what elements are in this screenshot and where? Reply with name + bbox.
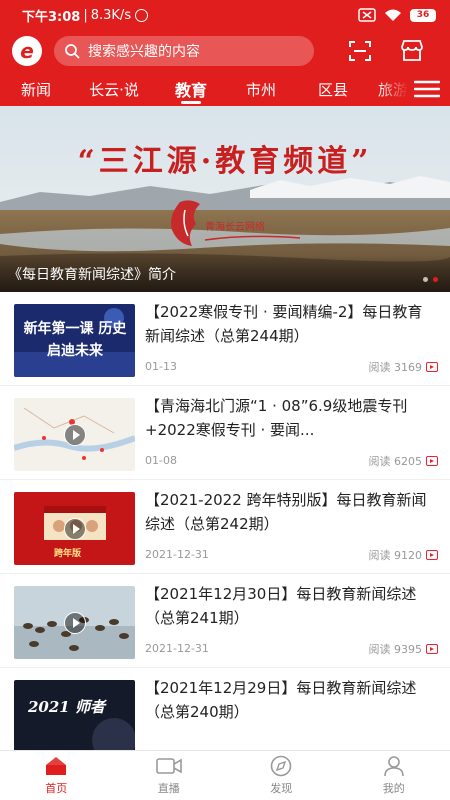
- live-icon: [155, 758, 182, 774]
- play-icon[interactable]: [63, 611, 86, 634]
- search-input[interactable]: 搜索感兴趣的内容: [54, 36, 314, 66]
- article-date: 2021-12-31: [145, 642, 209, 655]
- list-item[interactable]: 2021 师者 【2021年12月29日】每日教育新闻综述（总第240期）: [0, 668, 450, 750]
- article-reads: 阅读 9395: [368, 641, 438, 657]
- wifi-icon: [385, 9, 401, 21]
- status-bar: 下午3:08 | 8.3K/s 36: [0, 0, 450, 30]
- article-thumbnail: [14, 398, 135, 471]
- article-list: 新年第一课 历史启迪未来 【2022寒假专刊 · 要闻精编-2】每日教育新闻综述…: [0, 292, 450, 750]
- thumbnail-caption: 新年第一课 历史启迪未来: [23, 321, 127, 359]
- bottom-navigation: 首页 直播 发现 我的: [0, 750, 450, 800]
- play-icon[interactable]: [63, 517, 86, 540]
- tab-label: 市州: [245, 80, 276, 99]
- article-title: 【2021-2022 跨年特别版】每日教育新闻综述（总第242期）: [145, 491, 427, 533]
- reads-count: 阅读 9120: [368, 549, 423, 562]
- tab-label: 区县: [317, 80, 348, 99]
- store-icon: [401, 40, 423, 61]
- compass-icon: [270, 755, 292, 777]
- article-thumbnail: 跨年版: [14, 492, 135, 565]
- status-time: 下午3:08: [22, 9, 81, 25]
- profile-icon: [383, 756, 404, 777]
- nav-discover[interactable]: 发现: [225, 751, 338, 800]
- thumbnail-caption: 2021 师者: [28, 698, 105, 716]
- article-date: 01-08: [145, 454, 177, 467]
- scan-button[interactable]: [346, 37, 374, 65]
- tab-education[interactable]: 教育: [156, 72, 226, 106]
- list-item[interactable]: 跨年版 【2021-2022 跨年特别版】每日教育新闻综述（总第242期） 20…: [0, 480, 450, 574]
- banner-caption: 《每日教育新闻综述》简介: [8, 267, 176, 283]
- video-badge-icon: [426, 550, 438, 560]
- article-thumbnail: [14, 586, 135, 659]
- nav-label: 直播: [157, 782, 180, 795]
- reads-count: 阅读 3169: [368, 361, 423, 374]
- article-thumbnail: 2021 师者: [14, 680, 135, 750]
- nav-profile[interactable]: 我的: [338, 751, 450, 800]
- article-reads: 阅读 6205: [368, 453, 438, 469]
- tab-label: 新闻: [20, 80, 51, 99]
- nav-label: 发现: [270, 782, 293, 795]
- tabs-fade: [378, 72, 408, 106]
- list-item[interactable]: 【青海海北门源“1 · 08”6.9级地震专刊+2022寒假专刊 · 要闻...…: [0, 386, 450, 480]
- search-placeholder: 搜索感兴趣的内容: [88, 44, 200, 60]
- article-thumbnail: 新年第一课 历史启迪未来: [14, 304, 135, 377]
- store-button[interactable]: [398, 37, 426, 65]
- video-badge-icon: [426, 362, 438, 372]
- search-icon: [65, 44, 80, 59]
- thumbnail-caption: 跨年版: [54, 549, 82, 559]
- home-icon: [46, 757, 67, 775]
- reads-count: 阅读 9395: [368, 643, 423, 656]
- nav-home[interactable]: 首页: [0, 751, 113, 800]
- nav-live[interactable]: 直播: [113, 751, 226, 800]
- status-right: 36: [358, 8, 436, 22]
- nav-label: 首页: [45, 782, 68, 795]
- video-badge-icon: [426, 644, 438, 654]
- article-reads: 阅读 3169: [368, 359, 438, 375]
- play-icon[interactable]: [63, 423, 86, 446]
- article-title: 【2021年12月30日】每日教育新闻综述（总第241期）: [145, 585, 417, 627]
- banner-stamp: 青海长云网络: [205, 222, 265, 233]
- banner-headline: “三江源·教育频道”: [77, 144, 373, 179]
- article-date: 2021-12-31: [145, 548, 209, 561]
- scan-icon: [349, 41, 371, 61]
- list-item[interactable]: 【2021年12月30日】每日教育新闻综述（总第241期） 2021-12-31…: [0, 574, 450, 668]
- notification-icon: [135, 8, 149, 22]
- article-title: 【2021年12月29日】每日教育新闻综述（总第240期）: [145, 679, 417, 721]
- article-date: 01-13: [145, 360, 177, 373]
- tab-changyun-talk[interactable]: 长云·说: [72, 72, 156, 106]
- hero-banner[interactable]: “三江源·教育频道” 青海长云网络 《每日教育新闻综述》简介: [0, 106, 450, 292]
- tab-label: 长云·说: [89, 80, 139, 99]
- banner-caption-bar: 《每日教育新闻综述》简介: [0, 256, 450, 292]
- article-title: 【2022寒假专刊 · 要闻精编-2】每日教育新闻综述（总第244期）: [145, 303, 423, 345]
- list-item[interactable]: 新年第一课 历史启迪未来 【2022寒假专刊 · 要闻精编-2】每日教育新闻综述…: [0, 292, 450, 386]
- article-title: 【青海海北门源“1 · 08”6.9级地震专刊+2022寒假专刊 · 要闻...: [145, 397, 408, 439]
- carousel-dot-active[interactable]: [433, 277, 438, 282]
- tab-district[interactable]: 区县: [296, 72, 370, 106]
- nav-label: 我的: [382, 782, 405, 795]
- tab-news[interactable]: 新闻: [0, 72, 72, 106]
- reads-count: 阅读 6205: [368, 455, 423, 468]
- app-logo[interactable]: e: [12, 36, 42, 66]
- tab-label: 教育: [174, 81, 207, 100]
- carousel-dot[interactable]: [423, 277, 428, 282]
- header-row: e 搜索感兴趣的内容: [0, 32, 450, 70]
- article-reads: 阅读 9120: [368, 547, 438, 563]
- status-speed: 8.3K/s: [90, 7, 132, 23]
- sim-icon: [358, 8, 376, 22]
- battery-icon: 36: [410, 8, 436, 22]
- carousel-indicator: [423, 277, 438, 282]
- status-divider: |: [83, 7, 88, 23]
- menu-icon[interactable]: [414, 78, 440, 100]
- video-badge-icon: [426, 456, 438, 466]
- tab-city[interactable]: 市州: [226, 72, 296, 106]
